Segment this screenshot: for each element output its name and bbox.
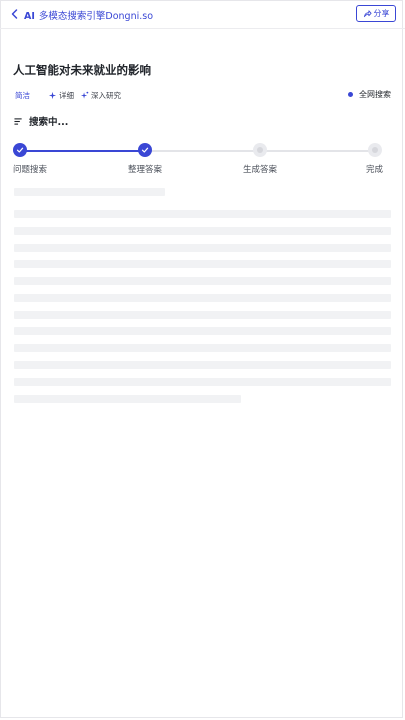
pending-dot-icon bbox=[372, 147, 378, 153]
search-status-label: 搜索中... bbox=[29, 117, 69, 128]
mode-research-tab[interactable]: 深入研究 bbox=[80, 90, 121, 101]
back-button[interactable] bbox=[9, 7, 21, 21]
step-label-complete: 完成 bbox=[366, 165, 384, 175]
skeleton-line bbox=[14, 260, 391, 268]
app-title: AI 多模态搜索引擎Dongni.so bbox=[24, 8, 153, 22]
share-label: 分享 bbox=[373, 9, 390, 18]
skeleton-line bbox=[14, 227, 391, 235]
step-label-generate: 生成答案 bbox=[243, 165, 278, 175]
step-label-organize: 整理答案 bbox=[128, 165, 163, 175]
skeleton-line bbox=[14, 210, 391, 218]
pending-dot-icon bbox=[257, 147, 263, 153]
mode-research-label: 深入研究 bbox=[91, 91, 121, 100]
skeleton-line bbox=[14, 277, 391, 285]
top-bar: AI 多模态搜索引擎Dongni.so 分享 bbox=[0, 0, 405, 29]
app-title-text: 多模态搜索引擎Dongni.so bbox=[38, 11, 154, 22]
web-search-indicator-icon bbox=[348, 92, 353, 97]
skeleton-line bbox=[14, 327, 391, 335]
sparkle-icon bbox=[80, 91, 89, 99]
check-icon bbox=[16, 147, 24, 153]
step-label-search: 问题搜索 bbox=[13, 165, 48, 175]
text-lines-icon bbox=[14, 117, 22, 125]
skeleton-line bbox=[14, 395, 241, 403]
skeleton-line bbox=[14, 311, 391, 319]
share-button[interactable]: 分享 bbox=[356, 5, 396, 22]
mode-selector: 简洁 详细 深入研究 全网搜索 bbox=[0, 89, 405, 103]
sparkle-icon bbox=[48, 91, 57, 100]
progress-stepper: 问题搜索 整理答案 生成答案 完成 bbox=[0, 140, 405, 180]
search-status: 搜索中... bbox=[14, 114, 68, 128]
page-title: 人工智能对未来就业的影响 bbox=[13, 63, 151, 77]
app-title-prefix: AI bbox=[24, 11, 35, 22]
mode-detail-tab[interactable]: 详细 bbox=[48, 90, 74, 101]
skeleton-line bbox=[14, 361, 391, 369]
stepper-track-complete bbox=[20, 150, 145, 152]
step-node-organize bbox=[138, 143, 152, 157]
mode-simple-label: 简洁 bbox=[15, 91, 30, 100]
check-icon bbox=[141, 147, 149, 153]
share-icon bbox=[363, 10, 372, 18]
app-frame bbox=[0, 0, 403, 718]
skeleton-line bbox=[14, 188, 165, 196]
chevron-left-icon bbox=[11, 9, 18, 19]
step-node-search bbox=[13, 143, 27, 157]
skeleton-line bbox=[14, 344, 391, 352]
web-search-label: 全网搜索 bbox=[359, 90, 391, 99]
mode-detail-label: 详细 bbox=[59, 91, 74, 100]
skeleton-line bbox=[14, 294, 391, 302]
mode-simple-tab[interactable]: 简洁 bbox=[15, 90, 30, 101]
step-node-complete bbox=[368, 143, 382, 157]
web-search-toggle[interactable]: 全网搜索 bbox=[348, 89, 391, 100]
skeleton-line bbox=[14, 244, 391, 252]
step-node-generate bbox=[253, 143, 267, 157]
skeleton-line bbox=[14, 378, 391, 386]
